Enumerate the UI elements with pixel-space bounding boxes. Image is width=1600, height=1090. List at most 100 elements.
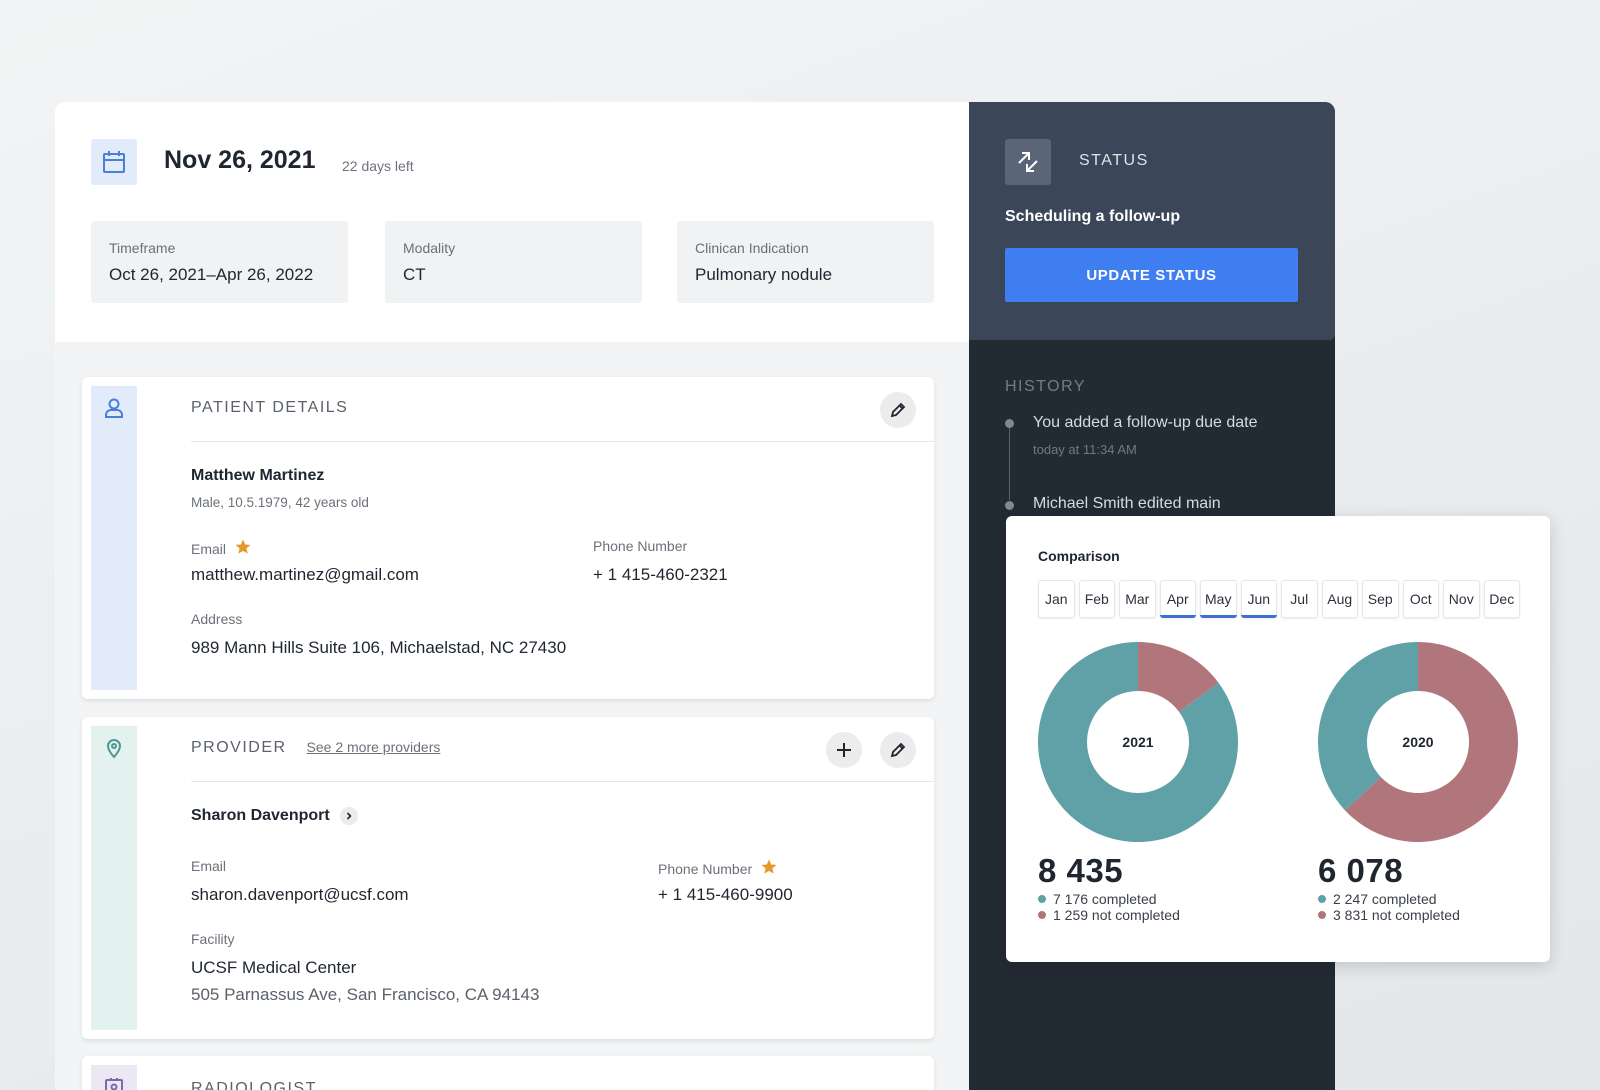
status-label: STATUS: [1079, 152, 1149, 169]
legend-dot: [1038, 895, 1046, 903]
month-tab-apr[interactable]: Apr: [1159, 580, 1196, 618]
timeline-dot: [1005, 501, 1014, 510]
add-provider-button[interactable]: [826, 732, 862, 768]
patient-details-card: PATIENT DETAILS Matthew Martinez Male, 1…: [82, 377, 934, 699]
month-tab-jul[interactable]: Jul: [1281, 580, 1318, 618]
legend-not-completed-2021: 1 259 not completed: [1038, 907, 1180, 923]
total-2020: 6 078: [1318, 852, 1404, 889]
provider-email[interactable]: sharon.davenport@ucsf.com: [191, 885, 409, 905]
facility-label: Facility: [191, 931, 235, 947]
history-item-text: You added a follow-up due date: [1033, 414, 1258, 431]
indication-value: Pulmonary nodule: [695, 265, 833, 284]
total-2021: 8 435: [1038, 852, 1124, 889]
legend-label: 7 176 completed: [1053, 891, 1157, 907]
radiologist-card: RADIOLOGIST: [82, 1056, 934, 1090]
patient-email[interactable]: matthew.martinez@gmail.com: [191, 565, 419, 585]
days-left: 22 days left: [342, 158, 414, 174]
patient-email-label-row: Email: [191, 538, 252, 559]
due-date-header: Nov 26, 2021 22 days left Timeframe Oct …: [55, 102, 969, 342]
facility-address: 505 Parnassus Ave, San Francisco, CA 941…: [191, 985, 540, 1004]
legend-label: 1 259 not completed: [1053, 907, 1180, 923]
patient-phone-label: Phone Number: [593, 538, 688, 554]
pencil-icon: [890, 402, 906, 418]
donut-center-label: 2021: [1122, 734, 1153, 750]
provider-name-row[interactable]: Sharon Davenport: [191, 807, 358, 825]
provider-title: PROVIDER: [191, 739, 287, 756]
provider-stripe: [91, 726, 137, 1030]
status-text: Scheduling a follow-up: [1005, 208, 1181, 225]
legend-dot: [1318, 911, 1326, 919]
timeline-dot: [1005, 419, 1014, 428]
timeframe-box: Timeframe Oct 26, 2021–Apr 26, 2022: [91, 221, 348, 303]
provider-phone-label: Phone Number: [658, 860, 753, 877]
provider-phone-label-row: Phone Number: [658, 858, 778, 879]
badge-icon: [103, 1076, 125, 1090]
month-tab-may[interactable]: May: [1200, 580, 1237, 618]
legend-completed-2021: 7 176 completed: [1038, 891, 1157, 907]
calendar-icon: [91, 139, 137, 185]
edit-patient-button[interactable]: [880, 392, 916, 428]
history-label: HISTORY: [1005, 378, 1087, 395]
provider-phone[interactable]: + 1 415-460-9900: [658, 885, 793, 905]
timeframe-label: Timeframe: [109, 240, 176, 256]
provider-title-row: PROVIDER See 2 more providers: [191, 739, 440, 757]
patient-name: Matthew Martinez: [191, 467, 325, 484]
legend-label: 3 831 not completed: [1333, 907, 1460, 923]
month-selector: Jan Feb Mar Apr May Jun Jul Aug Sep Oct Nov Dec: [1038, 580, 1520, 618]
history-item-text: Michael Smith edited main: [1033, 495, 1221, 512]
arrows-icon: [1005, 139, 1051, 185]
legend-label: 2 247 completed: [1333, 891, 1437, 907]
history-item-time: today at 11:34 AM: [1033, 442, 1137, 457]
month-tab-jun[interactable]: Jun: [1240, 580, 1277, 618]
legend-dot: [1318, 895, 1326, 903]
provider-card: PROVIDER See 2 more providers Sharon Dav…: [82, 717, 934, 1039]
month-tab-mar[interactable]: Mar: [1119, 580, 1156, 618]
location-pin-icon: [103, 737, 125, 759]
indication-label: Clinican Indication: [695, 240, 809, 256]
star-icon: [234, 538, 252, 559]
legend-completed-2020: 2 247 completed: [1318, 891, 1437, 907]
donut-chart-2021: 2021: [1038, 642, 1238, 842]
month-tab-sep[interactable]: Sep: [1362, 580, 1399, 618]
due-date: Nov 26, 2021: [164, 146, 316, 174]
provider-divider: [191, 781, 934, 782]
modality-box: Modality CT: [385, 221, 642, 303]
timeline-line: [1009, 420, 1010, 500]
patient-info: Male, 10.5.1979, 42 years old: [191, 495, 369, 510]
indication-box: Clinican Indication Pulmonary nodule: [677, 221, 934, 303]
month-tab-aug[interactable]: Aug: [1321, 580, 1358, 618]
pencil-icon: [890, 742, 906, 758]
donut-chart-2020: 2020: [1318, 642, 1518, 842]
month-tab-jan[interactable]: Jan: [1038, 580, 1075, 618]
patient-details-title: PATIENT DETAILS: [191, 399, 349, 416]
provider-email-label: Email: [191, 858, 227, 874]
provider-name: Sharon Davenport: [191, 807, 330, 824]
patient-address-label: Address: [191, 611, 243, 627]
plus-icon: [837, 743, 851, 757]
patient-divider: [191, 441, 934, 442]
legend-dot: [1038, 911, 1046, 919]
comparison-card: Comparison Jan Feb Mar Apr May Jun Jul Aug Sep Oc…: [1006, 516, 1550, 962]
month-tab-nov[interactable]: Nov: [1443, 580, 1480, 618]
person-icon: [103, 397, 125, 419]
update-status-button[interactable]: UPDATE STATUS: [1005, 248, 1298, 302]
month-tab-feb[interactable]: Feb: [1078, 580, 1115, 618]
radiologist-title: RADIOLOGIST: [191, 1080, 317, 1090]
patient-address: 989 Mann Hills Suite 106, Michaelstad, N…: [191, 638, 567, 657]
facility-name: UCSF Medical Center: [191, 958, 357, 977]
month-tab-dec[interactable]: Dec: [1483, 580, 1520, 618]
modality-label: Modality: [403, 240, 456, 256]
patient-stripe: [91, 386, 137, 690]
donut-slice-completed: [1318, 642, 1418, 811]
follow-up-panel: Nov 26, 2021 22 days left Timeframe Oct …: [55, 102, 969, 1090]
status-section: STATUS Scheduling a follow-up UPDATE STA…: [969, 102, 1335, 340]
edit-provider-button[interactable]: [880, 732, 916, 768]
modality-value: CT: [403, 265, 426, 284]
patient-phone[interactable]: + 1 415-460-2321: [593, 565, 728, 585]
see-more-providers-link[interactable]: See 2 more providers: [307, 739, 441, 755]
comparison-title: Comparison: [1038, 548, 1120, 564]
patient-email-label: Email: [191, 540, 227, 557]
legend-not-completed-2020: 3 831 not completed: [1318, 907, 1460, 923]
timeframe-value: Oct 26, 2021–Apr 26, 2022: [109, 265, 314, 284]
month-tab-oct[interactable]: Oct: [1402, 580, 1439, 618]
